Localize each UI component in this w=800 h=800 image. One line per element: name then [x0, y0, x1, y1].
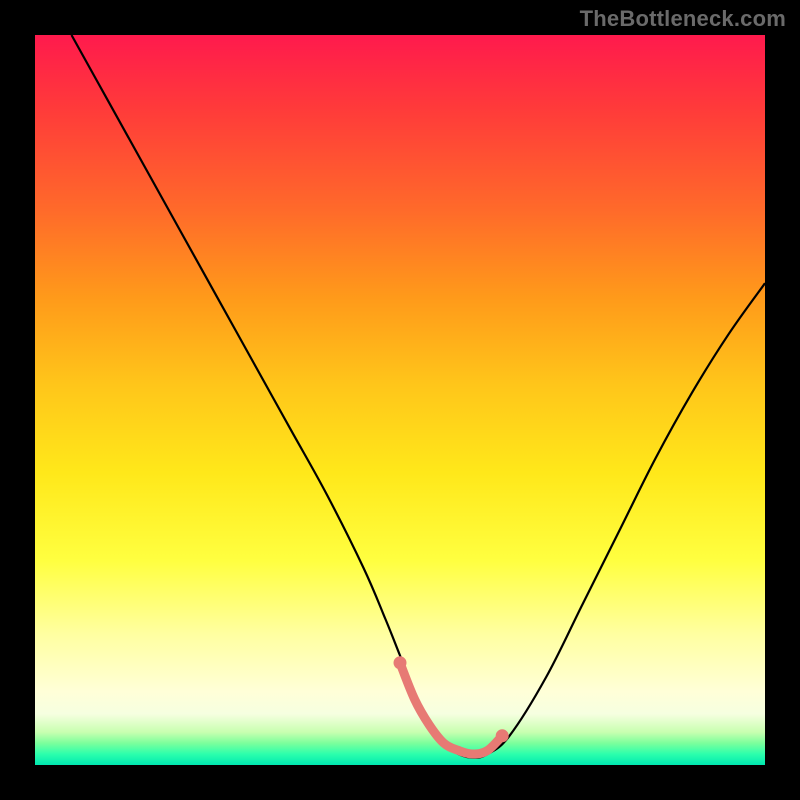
- highlight-segment: [400, 663, 502, 754]
- bottleneck-curve: [72, 35, 766, 758]
- highlight-endpoint: [496, 729, 509, 742]
- chart-frame: TheBottleneck.com: [0, 0, 800, 800]
- watermark-text: TheBottleneck.com: [580, 6, 786, 32]
- chart-curve-layer: [35, 35, 765, 765]
- highlight-endpoint: [394, 656, 407, 669]
